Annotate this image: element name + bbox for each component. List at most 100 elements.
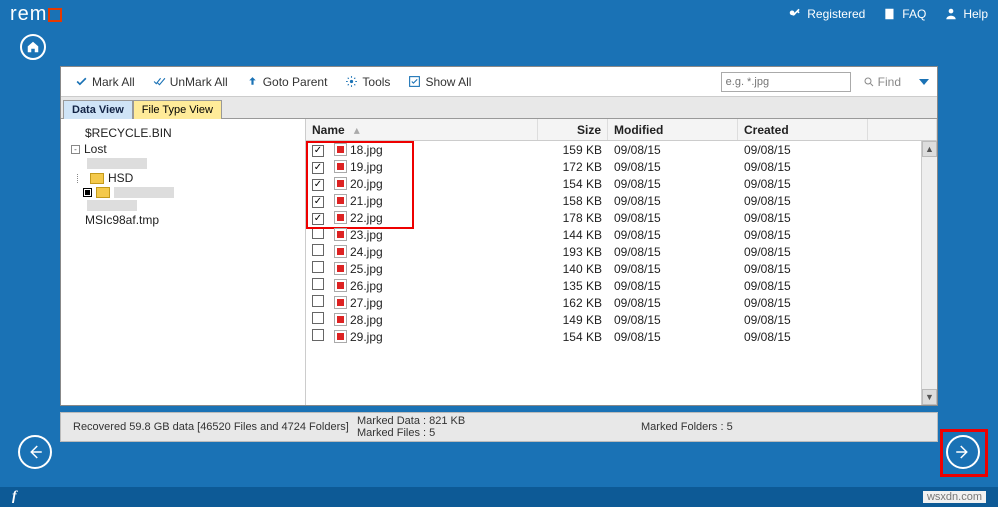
file-icon	[334, 245, 347, 258]
folder-icon	[96, 187, 110, 198]
unmark-all-button[interactable]: UnMark All	[147, 73, 234, 91]
row-checkbox[interactable]	[312, 179, 324, 191]
file-modified: 09/08/15	[608, 296, 738, 310]
col-created-header[interactable]: Created	[738, 119, 868, 140]
tab-file-type-view[interactable]: File Type View	[133, 100, 222, 119]
table-row[interactable]: 21.jpg158 KB09/08/1509/08/15	[306, 192, 921, 209]
home-button[interactable]	[20, 34, 46, 60]
scroll-down-icon[interactable]: ▼	[922, 389, 937, 405]
table-row[interactable]: 28.jpg149 KB09/08/1509/08/15	[306, 311, 921, 328]
person-icon	[944, 7, 958, 21]
col-size-header[interactable]: Size	[538, 119, 608, 140]
row-checkbox[interactable]	[312, 312, 324, 324]
file-size: 172 KB	[538, 160, 608, 174]
key-icon	[788, 7, 802, 21]
help-button[interactable]: Help	[944, 7, 988, 21]
row-checkbox[interactable]	[312, 261, 324, 273]
file-icon	[334, 211, 347, 224]
goto-parent-button[interactable]: Goto Parent	[240, 73, 334, 91]
facebook-icon[interactable]: f	[12, 489, 17, 505]
file-name: 22.jpg	[350, 211, 383, 225]
scroll-up-icon[interactable]: ▲	[922, 141, 937, 157]
file-size: 154 KB	[538, 330, 608, 344]
highlight-annotation-forward	[940, 429, 988, 477]
tree-item-hsd[interactable]: HSD	[65, 170, 301, 186]
tree-item-sub2[interactable]	[65, 199, 301, 212]
find-button[interactable]: Find	[857, 75, 907, 89]
tools-button[interactable]: Tools	[339, 73, 396, 91]
folder-icon	[90, 173, 104, 184]
row-checkbox[interactable]	[312, 244, 324, 256]
file-rows[interactable]: 18.jpg159 KB09/08/1509/08/15 19.jpg 172 KB…	[306, 141, 921, 405]
file-created: 09/08/15	[738, 177, 868, 191]
row-checkbox[interactable]	[312, 295, 324, 307]
col-name-header[interactable]: Name▴	[306, 119, 538, 140]
vertical-scrollbar[interactable]: ▲ ▼	[921, 141, 937, 405]
file-size: 193 KB	[538, 245, 608, 259]
table-row[interactable]: 20.jpg154 KB09/08/1509/08/15	[306, 175, 921, 192]
col-modified-header[interactable]: Modified	[608, 119, 738, 140]
row-checkbox[interactable]	[312, 196, 324, 208]
file-created: 09/08/15	[738, 262, 868, 276]
file-icon	[334, 313, 347, 326]
table-row[interactable]: 23.jpg144 KB09/08/1509/08/15	[306, 226, 921, 243]
table-row[interactable]: 25.jpg140 KB09/08/1509/08/15	[306, 260, 921, 277]
file-size: 154 KB	[538, 177, 608, 191]
row-checkbox[interactable]	[312, 213, 324, 225]
file-created: 09/08/15	[738, 330, 868, 344]
file-size: 140 KB	[538, 262, 608, 276]
file-modified: 09/08/15	[608, 160, 738, 174]
tree-item-msic[interactable]: MSIc98af.tmp	[65, 212, 301, 228]
file-name: 28.jpg	[350, 313, 383, 327]
row-checkbox[interactable]	[312, 278, 324, 290]
status-bar: Recovered 59.8 GB data [46520 Files and …	[60, 412, 938, 442]
nav-back-button[interactable]	[18, 435, 52, 469]
table-row[interactable]: 18.jpg159 KB09/08/1509/08/15	[306, 141, 921, 158]
collapse-icon[interactable]: -	[71, 145, 80, 154]
show-all-button[interactable]: Show All	[402, 73, 477, 91]
row-checkbox[interactable]	[312, 145, 324, 157]
tree-label: Lost	[84, 142, 107, 156]
tree-item-sub[interactable]	[65, 157, 301, 170]
registered-button[interactable]: Registered	[788, 7, 865, 21]
file-modified: 09/08/15	[608, 211, 738, 225]
file-list-header: Name▴ Size Modified Created	[306, 119, 937, 141]
row-checkbox[interactable]	[312, 162, 324, 174]
help-label: Help	[963, 7, 988, 21]
table-row[interactable]: 24.jpg193 KB09/08/1509/08/15	[306, 243, 921, 260]
table-row[interactable]: 26.jpg135 KB09/08/1509/08/15	[306, 277, 921, 294]
table-row[interactable]: 19.jpg172 KB09/08/1509/08/15	[306, 158, 921, 175]
tree-item-hsd-sub[interactable]	[65, 186, 301, 199]
folder-tree[interactable]: $RECYCLE.BIN - Lost HSD	[61, 119, 306, 405]
tree-item-lost[interactable]: - Lost	[65, 141, 301, 157]
file-name: 26.jpg	[350, 279, 383, 293]
file-modified: 09/08/15	[608, 143, 738, 157]
file-size: 178 KB	[538, 211, 608, 225]
tree-label: MSIc98af.tmp	[85, 213, 159, 227]
show-all-label: Show All	[425, 75, 471, 89]
row-checkbox[interactable]	[312, 227, 324, 239]
file-modified: 09/08/15	[608, 194, 738, 208]
row-checkbox[interactable]	[312, 329, 324, 341]
file-created: 09/08/15	[738, 313, 868, 327]
mark-all-button[interactable]: Mark All	[69, 73, 141, 91]
checkbox-icon	[408, 75, 421, 88]
file-modified: 09/08/15	[608, 279, 738, 293]
faq-button[interactable]: FAQ	[883, 7, 926, 21]
unmark-all-label: UnMark All	[170, 75, 228, 89]
tree-item-recycle[interactable]: $RECYCLE.BIN	[65, 125, 301, 141]
file-name: 20.jpg	[350, 177, 383, 191]
file-name: 19.jpg	[350, 160, 383, 174]
table-row[interactable]: 22.jpg178 KB09/08/1509/08/15	[306, 209, 921, 226]
tab-data-view[interactable]: Data View	[63, 100, 133, 119]
placeholder-icon	[87, 200, 137, 211]
file-icon	[334, 330, 347, 343]
table-row[interactable]: 29.jpg154 KB09/08/1509/08/15	[306, 328, 921, 345]
search-input[interactable]	[721, 72, 851, 92]
table-row[interactable]: 27.jpg162 KB09/08/1509/08/15	[306, 294, 921, 311]
find-dropdown-arrow[interactable]	[919, 79, 929, 85]
file-created: 09/08/15	[738, 211, 868, 225]
status-marked-data: Marked Data : 821 KB	[357, 415, 641, 427]
main-panel: Mark All UnMark All Goto Parent Tools Sh…	[60, 66, 938, 406]
check-icon	[75, 75, 88, 88]
